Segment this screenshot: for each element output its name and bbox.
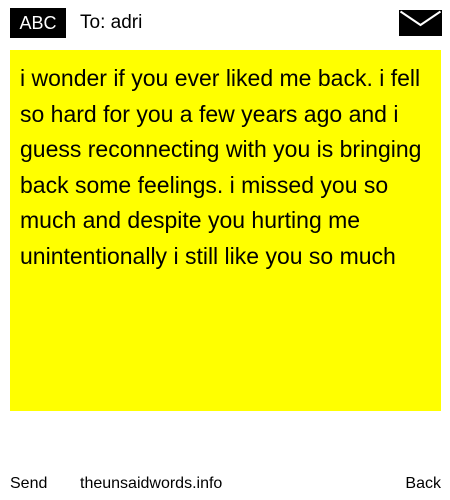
send-button[interactable]: Send — [10, 470, 47, 498]
back-button[interactable]: Back — [405, 470, 441, 498]
envelope-icon[interactable] — [399, 10, 442, 36]
input-mode-badge[interactable]: ABC — [10, 8, 66, 38]
message-text: i wonder if you ever liked me back. i fe… — [20, 65, 422, 269]
footer-bar: Send theunsaidwords.info Back — [0, 470, 450, 498]
message-box[interactable]: i wonder if you ever liked me back. i fe… — [10, 50, 441, 411]
unsent-message-screen: ABC To: adri i wonder if you ever liked … — [0, 0, 450, 500]
header-bar: ABC To: adri — [0, 0, 450, 46]
site-link[interactable]: theunsaidwords.info — [80, 470, 222, 498]
recipient-label: To: adri — [80, 12, 143, 33]
